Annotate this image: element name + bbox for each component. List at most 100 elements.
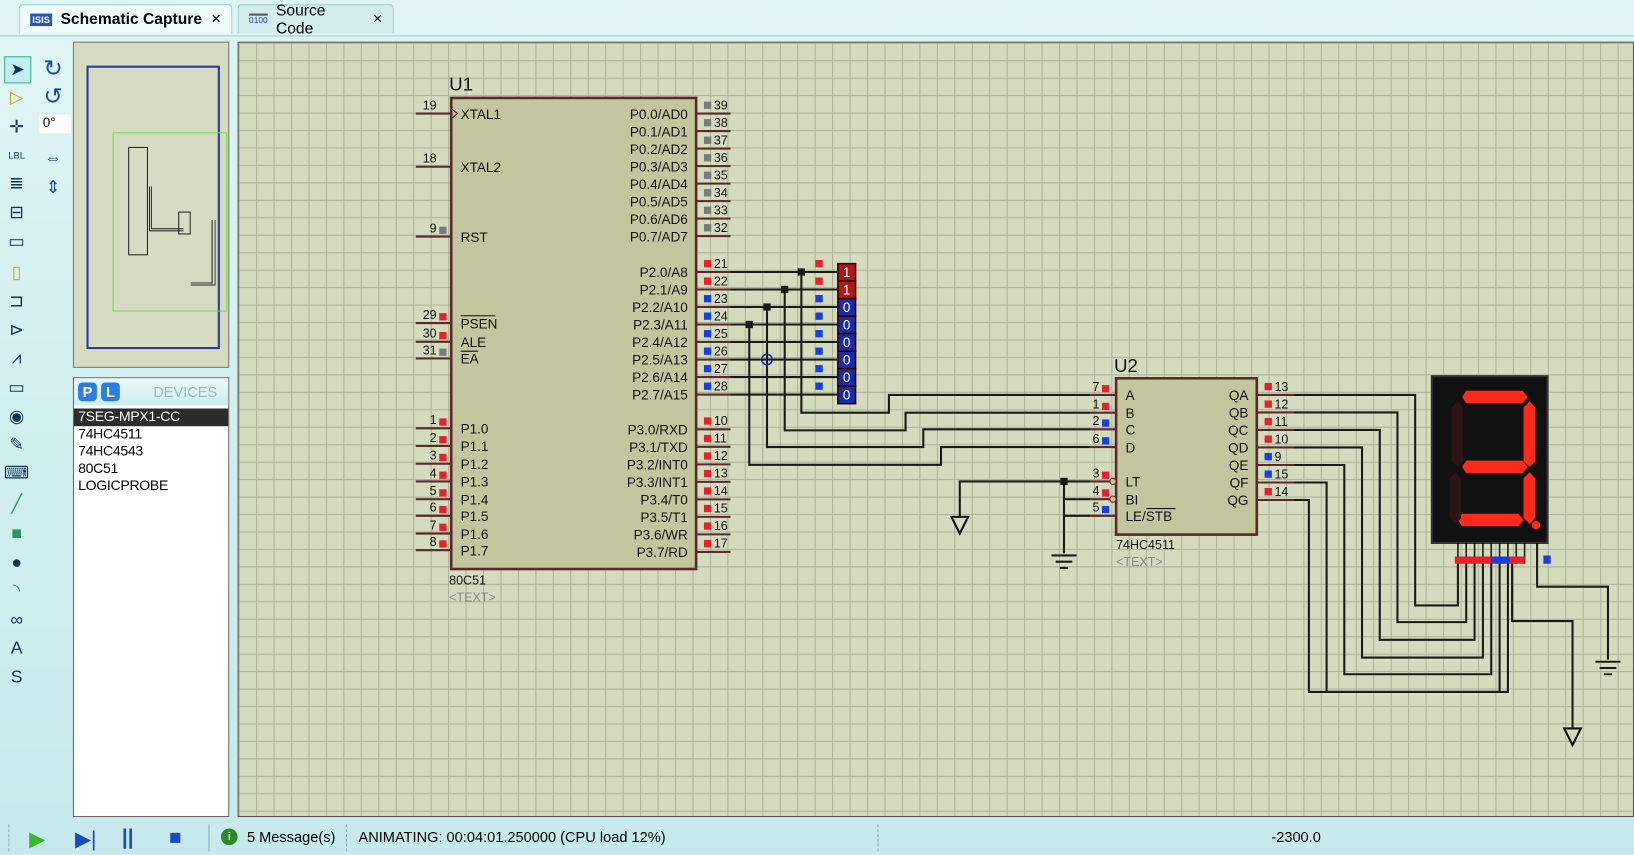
generator-icon[interactable]: ▭	[4, 375, 29, 400]
segment-d	[1457, 513, 1524, 527]
lt-bi-wire	[1062, 498, 1091, 554]
u1-pin-number: 8	[430, 535, 437, 549]
segment-e	[1449, 472, 1462, 525]
mirror-horizontal-icon[interactable]: ⇔	[41, 146, 66, 171]
pin-state-indicator	[703, 417, 712, 425]
u2-pin-number: 11	[1274, 415, 1287, 429]
pin-state-indicator	[439, 226, 447, 234]
graph-icon[interactable]: ⊳	[4, 318, 29, 343]
u1-pin-number: 1	[430, 413, 437, 427]
pin-state-indicator	[1264, 400, 1272, 408]
stop-button[interactable]: ■	[169, 826, 182, 850]
devices-panel: P L DEVICES 7SEG-MPX1-CC 74HC4511 74HC4543…	[72, 377, 230, 818]
probe-state-indicator	[815, 260, 823, 268]
wire-label-icon[interactable]: LBL	[4, 143, 29, 168]
tape-recorder-icon[interactable]: ⩘	[4, 346, 29, 371]
segment-a	[1462, 390, 1528, 404]
messages-icon[interactable]: i	[220, 828, 238, 846]
u1-pin-name: P2.7/A15	[632, 388, 688, 403]
box-2d-icon[interactable]: ╱	[4, 492, 29, 517]
u1-pin-name: P2.3/A11	[633, 318, 688, 333]
circle-2d-icon[interactable]: ■	[4, 521, 29, 546]
u1-pin-name: P2.0/A8	[640, 265, 688, 280]
u1-pin-number: 4	[430, 466, 437, 480]
u2-pin-name: B	[1125, 406, 1134, 421]
text-2d-icon[interactable]: ∞	[4, 608, 29, 633]
device-list-item[interactable]: LOGICPROBE	[74, 477, 228, 494]
pin-state-indicator	[703, 522, 712, 530]
pin-state-indicator	[1264, 488, 1272, 496]
arc-2d-icon[interactable]: ●	[4, 550, 29, 575]
u2-pin-name: BI	[1125, 492, 1138, 507]
proteus-window: ISIS Schematic Capture × 0100 Source Cod…	[0, 0, 1634, 855]
u1-text-placeholder: <TEXT>	[449, 590, 496, 604]
u2-pin-name: QE	[1229, 458, 1249, 473]
pick-devices-button[interactable]: P	[78, 382, 97, 402]
device-list-item[interactable]: 74HC4543	[74, 443, 228, 460]
u1-pin-number: 3	[430, 449, 437, 463]
u1-pin-number: 7	[430, 518, 437, 532]
u2-text-placeholder: <TEXT>	[1116, 555, 1163, 569]
schematic-canvas[interactable]: U1 80C51 <TEXT> 19 XTAL1 18 XTAL2 9 RST 29 PSEN 30 A…	[237, 41, 1634, 818]
selection-mode-icon[interactable]: ➤	[4, 56, 32, 84]
step-button[interactable]: ▶|	[75, 826, 96, 852]
u1-pin-name: P2.2/A10	[632, 300, 688, 315]
u1-pin-name: PSEN	[461, 316, 498, 331]
marker-2d-icon[interactable]: S	[4, 665, 29, 690]
u2-pin-number: 15	[1274, 467, 1288, 481]
tab-source-code[interactable]: 0100 Source Code ×	[237, 2, 394, 37]
pin-state-indicator	[439, 348, 447, 356]
junction-dot-icon[interactable]: ✛	[4, 115, 29, 140]
u1-pin-number: 2	[430, 431, 437, 445]
close-icon[interactable]: ×	[373, 10, 383, 29]
pin-state-indicator	[1264, 453, 1272, 461]
device-list-item[interactable]: 7SEG-MPX1-CC	[73, 408, 229, 426]
tab-schematic-capture[interactable]: ISIS Schematic Capture ×	[18, 4, 233, 34]
play-button[interactable]: ▶	[29, 826, 45, 852]
u1-pin-number: 36	[714, 151, 728, 165]
component-mode-icon[interactable]: ▷	[4, 85, 29, 110]
virtual-instruments-icon[interactable]: ✎	[4, 432, 29, 457]
device-list-item[interactable]: 74HC4511	[74, 426, 228, 443]
pin-state-indicator	[703, 224, 712, 232]
voltage-probe-icon[interactable]: ◉	[4, 404, 29, 429]
mirror-vertical-icon[interactable]: ⇕	[41, 175, 66, 200]
u1-pin-number: 39	[714, 98, 728, 112]
pause-button[interactable]: ||	[122, 826, 134, 850]
u1-pin-name: P3.4/T0	[640, 493, 687, 508]
text-script-icon[interactable]: ≣	[4, 171, 29, 196]
pin-state-indicator	[1264, 470, 1272, 478]
display-thumbnail	[190, 219, 216, 286]
symbol-2d-icon[interactable]: A	[4, 636, 29, 661]
close-icon[interactable]: ×	[211, 10, 221, 29]
pin-state-indicator	[439, 540, 447, 548]
logic-probe-terminal-icon	[949, 515, 970, 536]
pin-state-indicator	[1264, 417, 1272, 426]
segment-b	[1523, 401, 1536, 467]
rotation-angle-field[interactable]: 0°	[39, 114, 71, 134]
messages-count[interactable]: 5 Message(s)	[247, 828, 335, 845]
buses-icon[interactable]: ⊟	[4, 200, 29, 225]
line-2d-icon[interactable]: ⌨	[4, 461, 30, 486]
u1-pin-number: 25	[714, 327, 728, 341]
segment-f	[1451, 401, 1464, 467]
u1-pin-name: P1.2	[461, 457, 489, 472]
pin-state-indicator	[1102, 402, 1110, 411]
closed-path-2d-icon[interactable]: ◝	[4, 578, 29, 603]
rotate-clockwise-icon[interactable]: ↻	[41, 55, 66, 81]
u1-pin-number: 13	[714, 467, 728, 481]
terminals-icon[interactable]: ▯	[4, 261, 29, 286]
tab-label: Source Code	[275, 1, 326, 37]
rotate-anticlockwise-icon[interactable]: ↺	[41, 83, 66, 109]
pin-state-indicator	[703, 101, 712, 109]
subcircuit-icon[interactable]: ▭	[4, 229, 29, 254]
pin-state-indicator	[439, 313, 447, 321]
junction-dot	[781, 285, 789, 294]
overview-window[interactable]	[72, 41, 230, 368]
u1-pin-name: P2.5/A13	[632, 353, 688, 368]
u1-pin-number: 34	[714, 186, 728, 200]
pin-state-indicator	[703, 277, 712, 285]
library-manager-button[interactable]: L	[101, 382, 120, 402]
device-pins-icon[interactable]: ⊐	[4, 289, 29, 314]
device-list-item[interactable]: 80C51	[74, 460, 228, 477]
